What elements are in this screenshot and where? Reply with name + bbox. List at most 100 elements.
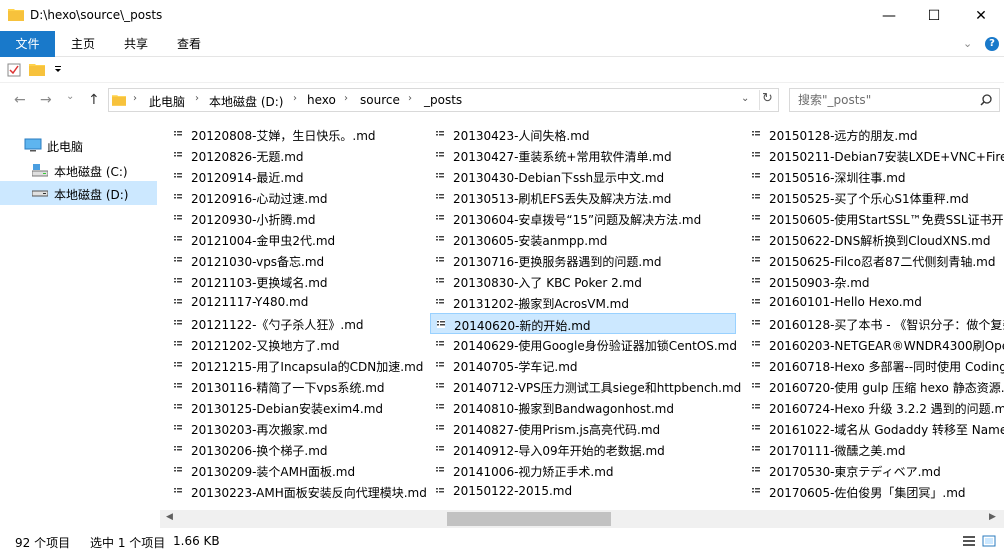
file-item[interactable]: 20130830-入了 KBC Poker 2.md (430, 271, 736, 292)
file-item[interactable]: 20130116-精简了一下vps系统.md (168, 376, 474, 397)
file-item[interactable]: 20150903-杂.md (746, 271, 1004, 292)
file-item[interactable]: 20161022-域名从 Godaddy 转移至 Name (746, 418, 1004, 439)
breadcrumb-separator[interactable]: › (344, 93, 348, 104)
file-item[interactable]: 20130430-Debian下ssh显示中文.md (430, 166, 736, 187)
file-item[interactable]: 20120826-无题.md (168, 145, 474, 166)
breadcrumb-separator[interactable]: › (293, 93, 297, 104)
file-item[interactable]: 20121122-《勺子杀人狂》.md (168, 313, 474, 334)
file-item[interactable]: 20130716-更换服务器遇到的问题.md (430, 250, 736, 271)
file-item[interactable]: 20160128-买了本书 - 《智识分子：做个复杂 (746, 313, 1004, 334)
tab-view[interactable]: 查看 (166, 31, 212, 57)
breadcrumb-separator[interactable]: › (408, 93, 412, 104)
nav-item-drive-d[interactable]: 本地磁盘 (D:) (0, 181, 157, 205)
file-item[interactable]: 20130209-装个AMH面板.md (168, 460, 474, 481)
file-item[interactable]: 20150605-使用StartSSL™免费SSL证书开启 (746, 208, 1004, 229)
nav-item-drive-c[interactable]: 本地磁盘 (C:) (0, 158, 157, 182)
maximize-button[interactable]: ☐ (911, 0, 957, 31)
md-file-icon (436, 130, 444, 138)
file-item[interactable]: 20120808-艾婵，生日快乐。.md (168, 124, 474, 145)
nav-item-this-pc[interactable]: 此电脑 (0, 133, 157, 157)
file-item[interactable]: 20131202-搬家到AcrosVM.md (430, 292, 736, 313)
file-item[interactable]: 20130427-重装系统+常用软件清单.md (430, 145, 736, 166)
file-item[interactable]: 20160720-使用 gulp 压缩 hexo 静态资源.n (746, 376, 1004, 397)
file-item[interactable]: 20140827-使用Prism.js高亮代码.md (430, 418, 736, 439)
file-item[interactable]: 20121202-又换地方了.md (168, 334, 474, 355)
customize-toolbar-icon[interactable] (54, 65, 62, 73)
breadcrumb-drive-d[interactable]: 本地磁盘 (D:) (209, 93, 283, 110)
file-item[interactable]: 20121030-vps备忘.md (168, 250, 474, 271)
help-icon[interactable]: ? (985, 37, 999, 51)
file-item[interactable]: 20130605-安装anmpp.md (430, 229, 736, 250)
file-list[interactable]: 20120808-艾婵，生日快乐。.md 20120826-无题.md 201209… (160, 118, 1004, 510)
refresh-button[interactable]: ↻ (762, 91, 773, 106)
file-item[interactable]: 20140620-新的开始.md (430, 313, 736, 334)
file-item[interactable]: 20150622-DNS解析换到CloudXNS.md (746, 229, 1004, 250)
file-item[interactable]: 20150625-Filco忍者87二代侧刻青轴.md (746, 250, 1004, 271)
horizontal-scrollbar[interactable]: ◀ ▶ (160, 510, 1004, 528)
search-box[interactable] (789, 88, 1000, 112)
forward-button[interactable]: → (40, 92, 52, 108)
file-item[interactable]: 20121117-Y480.md (168, 292, 474, 313)
file-item[interactable]: 20141006-视力矫正手术.md (430, 460, 736, 481)
file-item[interactable]: 20160718-Hexo 多部署--同时使用 Coding (746, 355, 1004, 376)
file-item[interactable]: 20140629-使用Google身份验证器加锁CentOS.md (430, 334, 737, 355)
file-item[interactable]: 20140705-学车记.md (430, 355, 736, 376)
address-history-button[interactable]: ⌄ (741, 93, 749, 104)
tab-file[interactable]: 文件 (0, 31, 55, 57)
file-item[interactable]: 20130125-Debian安装exim4.md (168, 397, 474, 418)
back-button[interactable]: ← (14, 92, 26, 108)
file-item[interactable]: 20130203-再次搬家.md (168, 418, 474, 439)
file-item[interactable]: 20130423-人间失格.md (430, 124, 736, 145)
file-item[interactable]: 20170111-微醺之美.md (746, 439, 1004, 460)
recent-locations-button[interactable]: ⌄ (66, 91, 74, 102)
up-button[interactable]: ↑ (88, 92, 100, 108)
ribbon-collapse-icon[interactable]: ⌄ (963, 37, 972, 50)
file-item[interactable]: 20130604-安卓拨号“15”问题及解决方法.md (430, 208, 736, 229)
breadcrumb-posts[interactable]: _posts (424, 93, 462, 107)
file-item[interactable]: 20150122-2015.md (430, 481, 736, 502)
large-icons-view-icon[interactable] (982, 535, 996, 547)
scrollbar-thumb[interactable] (447, 512, 611, 526)
file-item[interactable]: 20160724-Hexo 升级 3.2.2 遇到的问题.md (746, 397, 1004, 418)
file-item[interactable]: 20130513-刷机EFS丢失及解决方法.md (430, 187, 736, 208)
scroll-left-icon[interactable]: ◀ (166, 512, 173, 522)
tab-share[interactable]: 共享 (113, 31, 159, 57)
file-item[interactable]: 20121215-用了Incapsula的CDN加速.md (168, 355, 474, 376)
file-item[interactable]: 20120914-最近.md (168, 166, 474, 187)
file-item[interactable]: 20121103-更换域名.md (168, 271, 474, 292)
search-input[interactable] (796, 92, 976, 108)
file-item[interactable]: 20120916-心动过速.md (168, 187, 474, 208)
breadcrumb-separator[interactable]: › (195, 93, 199, 104)
breadcrumb-separator[interactable]: › (133, 93, 137, 104)
file-item[interactable]: 20160203-NETGEAR®WNDR4300刷Ope (746, 334, 1004, 355)
file-item[interactable]: 20170530-東京テディベア.md (746, 460, 1004, 481)
file-item[interactable]: 20140912-导入09年开始的老数据.md (430, 439, 736, 460)
minimize-button[interactable]: — (866, 0, 912, 31)
file-item[interactable]: 20120930-小折腾.md (168, 208, 474, 229)
file-item[interactable]: 20150516-深圳往事.md (746, 166, 1004, 187)
search-icon[interactable] (980, 94, 992, 106)
file-item[interactable]: 20121004-金甲虫2代.md (168, 229, 474, 250)
close-button[interactable]: ✕ (958, 0, 1004, 31)
file-item[interactable]: 20150211-Debian7安装LXDE+VNC+Firefo (746, 145, 1004, 166)
file-item[interactable]: 20130206-换个梯子.md (168, 439, 474, 460)
breadcrumb-this-pc[interactable]: 此电脑 (149, 93, 185, 110)
file-item[interactable]: 20160101-Hello Hexo.md (746, 292, 1004, 313)
file-item[interactable]: 20150128-远方的朋友.md (746, 124, 1004, 145)
address-bar[interactable]: › 此电脑 › 本地磁盘 (D:) › hexo › source › _pos… (108, 88, 779, 112)
md-file-icon (752, 487, 760, 495)
details-view-icon[interactable] (962, 535, 976, 547)
tab-home[interactable]: 主页 (60, 31, 106, 57)
file-name: 20160203-NETGEAR®WNDR4300刷Ope (769, 339, 1004, 353)
file-item[interactable]: 20170605-佐伯俊男「集团冥」.md (746, 481, 1004, 502)
breadcrumb-hexo[interactable]: hexo (307, 93, 336, 107)
new-folder-icon[interactable] (29, 63, 45, 76)
breadcrumb-source[interactable]: source (360, 93, 400, 107)
file-name: 20130605-安装anmpp.md (453, 234, 608, 248)
file-item[interactable]: 20140712-VPS压力测试工具siege和httpbench.md (430, 376, 741, 397)
scroll-right-icon[interactable]: ▶ (989, 512, 996, 522)
file-item[interactable]: 20150525-买了个乐心S1体重秤.md (746, 187, 1004, 208)
file-item[interactable]: 20130223-AMH面板安装反向代理模块.md (168, 481, 474, 502)
properties-icon[interactable] (7, 63, 21, 77)
file-item[interactable]: 20140810-搬家到Bandwagonhost.md (430, 397, 736, 418)
